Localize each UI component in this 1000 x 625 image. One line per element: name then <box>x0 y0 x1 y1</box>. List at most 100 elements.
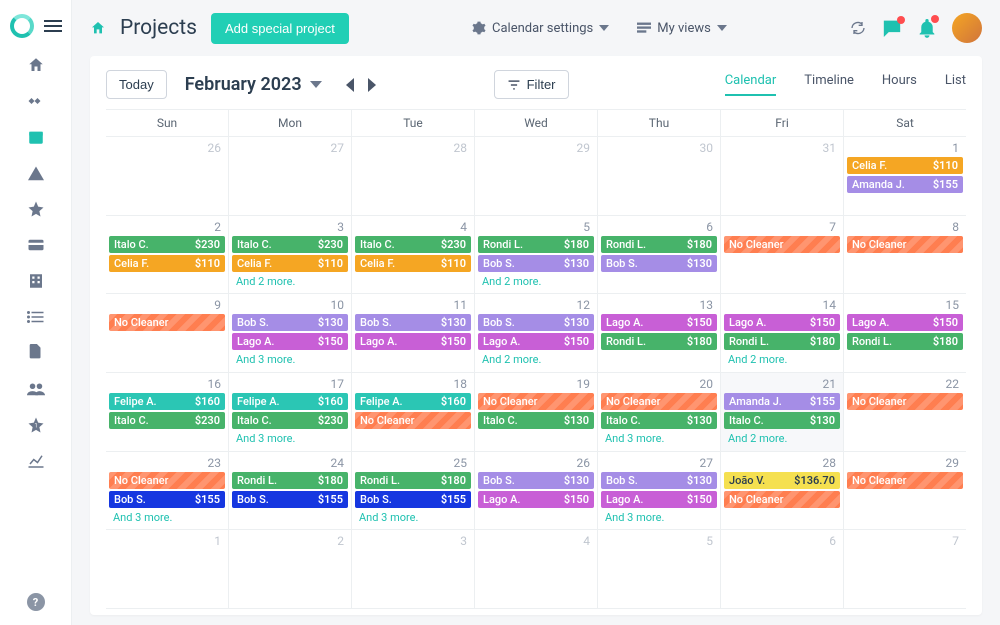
calendar-cell[interactable]: 29 <box>475 137 598 216</box>
event-chip[interactable]: Celia F.$110 <box>847 157 963 174</box>
calendar-cell[interactable]: 1 <box>106 530 229 609</box>
event-chip[interactable]: Celia F.$110 <box>355 255 471 272</box>
event-chip[interactable]: Lago A.$150 <box>724 314 840 331</box>
calendar-cell[interactable]: 2Italo C.$230Celia F.$110 <box>106 216 229 295</box>
show-more-link[interactable]: And 3 more. <box>109 510 225 525</box>
event-chip[interactable]: Lago A.$150 <box>601 491 717 508</box>
refresh-icon[interactable] <box>850 20 866 36</box>
view-tab-list[interactable]: List <box>945 73 966 96</box>
calendar-cell[interactable]: 7 <box>844 530 966 609</box>
menu-icon[interactable] <box>44 20 62 32</box>
nav-calendar[interactable] <box>27 128 45 146</box>
event-chip[interactable]: Rondi L.$180 <box>232 472 348 489</box>
today-button[interactable]: Today <box>106 70 167 99</box>
month-selector[interactable]: February 2023 <box>185 74 322 95</box>
nav-home[interactable] <box>27 56 45 74</box>
calendar-cell[interactable]: 27Bob S.$130Lago A.$150And 3 more. <box>598 452 721 531</box>
event-chip[interactable]: Lago A.$150 <box>232 333 348 350</box>
calendar-cell[interactable]: 16Felipe A.$160Italo C.$230 <box>106 373 229 452</box>
event-chip[interactable]: No Cleaner <box>724 236 840 253</box>
event-chip[interactable]: Bob S.$155 <box>232 491 348 508</box>
event-chip[interactable]: No Cleaner <box>109 472 225 489</box>
event-chip[interactable]: Rondi L.$180 <box>355 472 471 489</box>
view-tab-calendar[interactable]: Calendar <box>725 73 777 96</box>
event-chip[interactable]: Celia F.$110 <box>232 255 348 272</box>
show-more-link[interactable]: And 3 more. <box>601 431 717 446</box>
event-chip[interactable]: Bob S.$130 <box>601 255 717 272</box>
calendar-cell[interactable]: 4Italo C.$230Celia F.$110 <box>352 216 475 295</box>
event-chip[interactable]: Felipe A.$160 <box>109 393 225 410</box>
calendar-cell[interactable]: 30 <box>598 137 721 216</box>
calendar-cell[interactable]: 10Bob S.$130Lago A.$150And 3 more. <box>229 294 352 373</box>
event-chip[interactable]: Bob S.$130 <box>478 314 594 331</box>
show-more-link[interactable]: And 2 more. <box>232 274 348 289</box>
event-chip[interactable]: Bob S.$155 <box>109 491 225 508</box>
show-more-link[interactable]: And 2 more. <box>724 352 840 367</box>
event-chip[interactable]: Celia F.$110 <box>109 255 225 272</box>
calendar-settings-dropdown[interactable]: Calendar settings <box>472 21 609 36</box>
calendar-cell[interactable]: 28João V.$136.70No Cleaner <box>721 452 844 531</box>
calendar-cell[interactable]: 12Bob S.$130Lago A.$150And 2 more. <box>475 294 598 373</box>
event-chip[interactable]: Bob S.$130 <box>601 472 717 489</box>
event-chip[interactable]: Italo C.$230 <box>232 236 348 253</box>
event-chip[interactable]: No Cleaner <box>847 236 963 253</box>
calendar-cell[interactable]: 26 <box>106 137 229 216</box>
view-tab-timeline[interactable]: Timeline <box>804 73 854 96</box>
event-chip[interactable]: No Cleaner <box>109 314 225 331</box>
calendar-cell[interactable]: 25Rondi L.$180Bob S.$155And 3 more. <box>352 452 475 531</box>
calendar-cell[interactable]: 8No Cleaner <box>844 216 966 295</box>
event-chip[interactable]: No Cleaner <box>601 393 717 410</box>
event-chip[interactable]: No Cleaner <box>847 393 963 410</box>
event-chip[interactable]: Felipe A.$160 <box>355 393 471 410</box>
nav-star[interactable] <box>27 200 45 218</box>
my-views-dropdown[interactable]: My views <box>637 21 727 36</box>
next-month-button[interactable] <box>368 78 376 92</box>
calendar-cell[interactable]: 13Lago A.$150Rondi L.$180 <box>598 294 721 373</box>
calendar-cell[interactable]: 23No CleanerBob S.$155And 3 more. <box>106 452 229 531</box>
add-special-project-button[interactable]: Add special project <box>211 13 349 44</box>
event-chip[interactable]: No Cleaner <box>478 393 594 410</box>
calendar-cell[interactable]: 14Lago A.$150Rondi L.$180And 2 more. <box>721 294 844 373</box>
nav-list[interactable] <box>27 308 45 326</box>
event-chip[interactable]: Rondi L.$180 <box>601 333 717 350</box>
event-chip[interactable]: Bob S.$130 <box>478 472 594 489</box>
show-more-link[interactable]: And 3 more. <box>232 431 348 446</box>
event-chip[interactable]: João V.$136.70 <box>724 472 840 489</box>
event-chip[interactable]: Lago A.$150 <box>355 333 471 350</box>
calendar-cell[interactable]: 5 <box>598 530 721 609</box>
calendar-cell[interactable]: 9No Cleaner <box>106 294 229 373</box>
event-chip[interactable]: Italo C.$230 <box>109 236 225 253</box>
event-chip[interactable]: No Cleaner <box>355 412 471 429</box>
event-chip[interactable]: Lago A.$150 <box>478 333 594 350</box>
calendar-cell[interactable]: 17Felipe A.$160Italo C.$230And 3 more. <box>229 373 352 452</box>
calendar-cell[interactable]: 7No Cleaner <box>721 216 844 295</box>
nav-badge[interactable]: 1 <box>27 416 45 434</box>
event-chip[interactable]: Rondi L.$180 <box>601 236 717 253</box>
event-chip[interactable]: Italo C.$130 <box>724 412 840 429</box>
calendar-cell[interactable]: 20No CleanerItalo C.$130And 3 more. <box>598 373 721 452</box>
user-avatar[interactable] <box>952 13 982 43</box>
show-more-link[interactable]: And 3 more. <box>355 510 471 525</box>
calendar-cell[interactable]: 31 <box>721 137 844 216</box>
show-more-link[interactable]: And 3 more. <box>601 510 717 525</box>
event-chip[interactable]: Amanda J.$155 <box>847 176 963 193</box>
nav-team[interactable] <box>27 380 45 398</box>
calendar-cell[interactable]: 11Bob S.$130Lago A.$150 <box>352 294 475 373</box>
calendar-cell[interactable]: 26Bob S.$130Lago A.$150 <box>475 452 598 531</box>
event-chip[interactable]: Italo C.$130 <box>601 412 717 429</box>
show-more-link[interactable]: And 2 more. <box>478 274 594 289</box>
calendar-cell[interactable]: 3 <box>352 530 475 609</box>
event-chip[interactable]: Bob S.$155 <box>355 491 471 508</box>
calendar-cell[interactable]: 6 <box>721 530 844 609</box>
event-chip[interactable]: No Cleaner <box>724 491 840 508</box>
calendar-cell[interactable]: 19No CleanerItalo C.$130 <box>475 373 598 452</box>
calendar-cell[interactable]: 3Italo C.$230Celia F.$110And 2 more. <box>229 216 352 295</box>
event-chip[interactable]: Bob S.$130 <box>478 255 594 272</box>
calendar-cell[interactable]: 2 <box>229 530 352 609</box>
event-chip[interactable]: Rondi L.$180 <box>724 333 840 350</box>
home-icon[interactable] <box>90 20 106 36</box>
nav-docs[interactable] <box>27 344 45 362</box>
event-chip[interactable]: No Cleaner <box>847 472 963 489</box>
nav-alert[interactable] <box>27 164 45 182</box>
nav-chart[interactable] <box>27 452 45 470</box>
